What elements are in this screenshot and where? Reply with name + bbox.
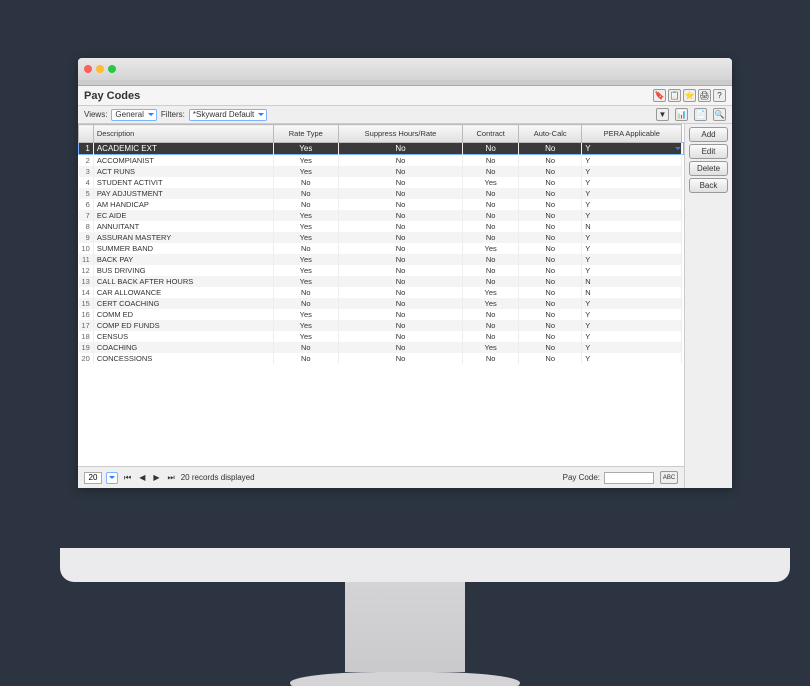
print-icon[interactable]: 🖨 (698, 89, 711, 102)
back-button[interactable]: Back (689, 178, 728, 193)
export-icon[interactable]: 📄 (694, 108, 707, 121)
col-suppress[interactable]: Suppress Hours/Rate (338, 125, 462, 143)
monitor-stand (345, 582, 465, 672)
col-rownum[interactable] (79, 125, 94, 143)
table-row[interactable]: 12BUS DRIVINGYesNoNoNoY (79, 265, 684, 276)
col-description[interactable]: Description (93, 125, 273, 143)
table-row[interactable]: 8ANNUITANTYesNoNoNoN (79, 221, 684, 232)
table-row[interactable]: 9ASSURAN MASTERYYesNoNoNoY (79, 232, 684, 243)
col-contract[interactable]: Contract (463, 125, 519, 143)
first-page-icon[interactable]: ⏮ (122, 473, 133, 483)
prev-page-icon[interactable]: ◀ (137, 473, 147, 482)
bookmark-icon[interactable]: 🔖 (653, 89, 666, 102)
filters-select[interactable]: *Skyward Default (189, 109, 267, 121)
edit-button[interactable]: Edit (689, 144, 728, 159)
record-status: 20 records displayed (181, 473, 255, 482)
table-row[interactable]: 7EC AIDEYesNoNoNoY (79, 210, 684, 221)
page-size-input[interactable] (84, 472, 102, 484)
maximize-icon[interactable] (108, 65, 116, 73)
table-row[interactable]: 1ACADEMIC EXTYesNoNoNoY (79, 143, 684, 155)
table-row[interactable]: 18CENSUSYesNoNoNoY (79, 331, 684, 342)
filters-label: Filters: (161, 110, 185, 119)
col-pera[interactable]: PERA Applicable (582, 125, 682, 143)
col-rate-type[interactable]: Rate Type (273, 125, 338, 143)
table-row[interactable]: 17COMP ED FUNDSYesNoNoNoY (79, 320, 684, 331)
add-button[interactable]: Add (689, 127, 728, 142)
app-window: Pay Codes 🔖 📋 ⭐ 🖨 ? Views: General Filte… (78, 58, 732, 488)
filter-icon[interactable]: ▼ (656, 108, 669, 121)
monitor-bezel (60, 548, 790, 582)
table-row[interactable]: 19COACHINGNoNoYesNoY (79, 342, 684, 353)
table-row[interactable]: 11BACK PAYYesNoNoNoY (79, 254, 684, 265)
notes-icon[interactable]: 📋 (668, 89, 681, 102)
table-row[interactable]: 15CERT COACHINGNoNoYesNoY (79, 298, 684, 309)
table-row[interactable]: 6AM HANDICAPNoNoNoNoY (79, 199, 684, 210)
delete-button[interactable]: Delete (689, 161, 728, 176)
table-row[interactable]: 3ACT RUNSYesNoNoNoY (79, 166, 684, 177)
table-row[interactable]: 5PAY ADJUSTMENTNoNoNoNoY (79, 188, 684, 199)
pay-codes-table: Description Rate Type Suppress Hours/Rat… (78, 124, 684, 364)
table-row[interactable]: 16COMM EDYesNoNoNoY (79, 309, 684, 320)
table-row[interactable]: 13CALL BACK AFTER HOURSYesNoNoNoN (79, 276, 684, 287)
pay-code-search-input[interactable] (604, 472, 654, 484)
chart-icon[interactable]: 📊 (675, 108, 688, 121)
last-page-icon[interactable]: ⏭ (166, 473, 177, 483)
table-row[interactable]: 2ACCOMPIANISTYesNoNoNoY (79, 155, 684, 167)
search-label: Pay Code: (563, 474, 600, 482)
views-label: Views: (84, 110, 107, 119)
abc-sort-icon[interactable]: ABC (660, 471, 678, 484)
monitor-foot (290, 672, 520, 686)
table-row[interactable]: 20CONCESSIONSNoNoNoNoY (79, 353, 684, 364)
table-row[interactable]: 4STUDENT ACTIVITNoNoYesNoY (79, 177, 684, 188)
table-row[interactable]: 14CAR ALLOWANCENoNoYesNoN (79, 287, 684, 298)
help-icon[interactable]: ? (713, 89, 726, 102)
window-chrome (78, 58, 732, 80)
table-row[interactable]: 10SUMMER BANDNoNoYesNoY (79, 243, 684, 254)
page-size-select[interactable] (106, 472, 118, 484)
favorite-icon[interactable]: ⭐ (683, 89, 696, 102)
views-select[interactable]: General (111, 109, 156, 121)
next-page-icon[interactable]: ▶ (151, 473, 161, 482)
page-title: Pay Codes (84, 90, 651, 102)
table-empty-space (78, 364, 684, 466)
col-autocalc[interactable]: Auto-Calc (519, 125, 582, 143)
refresh-icon[interactable]: 🔍 (713, 108, 726, 121)
close-icon[interactable] (84, 65, 92, 73)
minimize-icon[interactable] (96, 65, 104, 73)
